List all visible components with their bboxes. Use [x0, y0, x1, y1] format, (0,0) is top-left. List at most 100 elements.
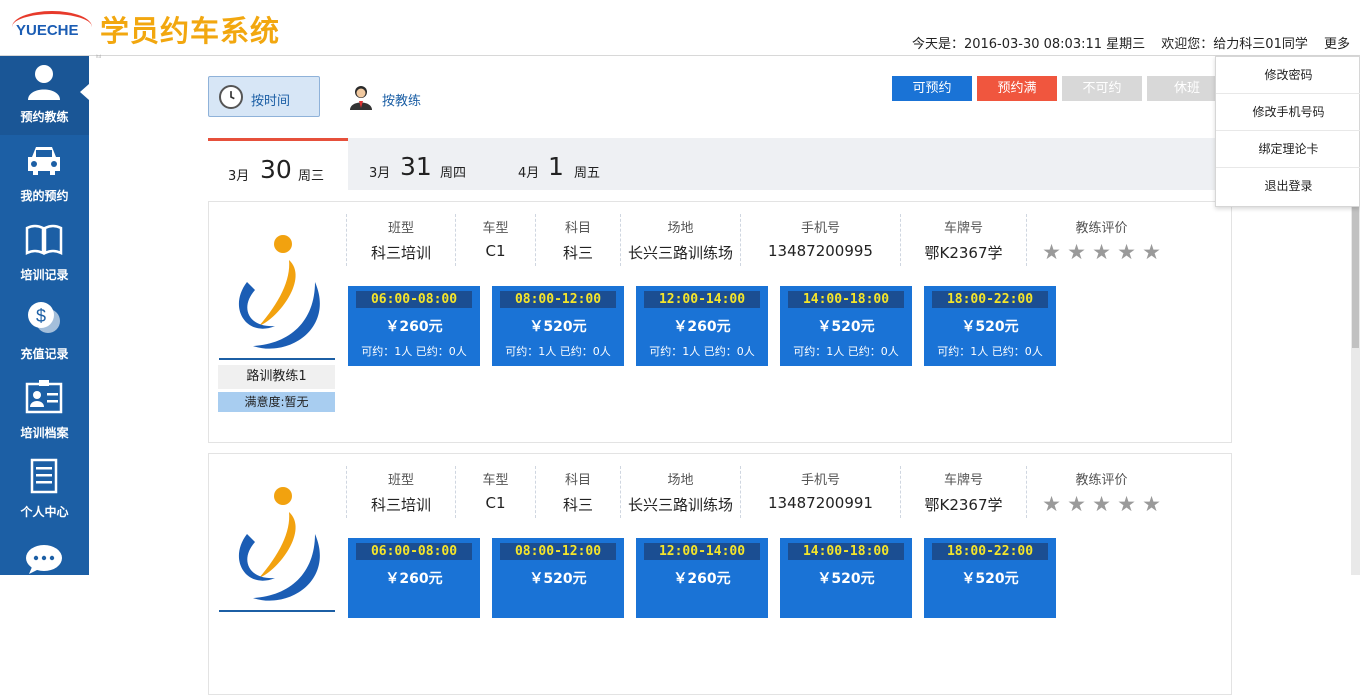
filter-by-coach-button[interactable]: 按教练	[344, 76, 444, 117]
time-slot[interactable]: 14:00-18:00 ￥520元	[780, 538, 912, 618]
star-icon: ★	[1092, 240, 1111, 264]
class-value: 科三培训	[370, 496, 431, 514]
legend-available: 可预约	[892, 76, 972, 101]
slot-time: 06:00-08:00	[356, 291, 472, 308]
info-subject: 科目 科三	[535, 214, 620, 266]
sidebar-item-messages[interactable]	[0, 530, 89, 609]
site-value: 长兴三路训练场	[627, 496, 733, 514]
slot-time: 14:00-18:00	[788, 543, 904, 560]
date-tab-2[interactable]: 4月 1 周五	[496, 138, 626, 190]
col-header: 手机号	[800, 221, 840, 236]
star-icon: ★	[1042, 240, 1061, 264]
menu-item-change-password[interactable]: 修改密码	[1216, 57, 1360, 94]
date-tab-1[interactable]: 3月 31 周四	[348, 138, 493, 190]
time-slot[interactable]: 08:00-12:00 ￥520元 可约：1人 已约：0人	[492, 286, 624, 366]
col-header: 场地	[667, 473, 694, 488]
time-slot[interactable]: 18:00-22:00 ￥520元 可约：1人 已约：0人	[924, 286, 1056, 366]
coach-avatar[interactable]	[219, 218, 335, 360]
slot-price: ￥260元	[385, 571, 443, 587]
coach-logo-image	[238, 235, 320, 349]
current-time: 今天是：2016-03-30 08:03:11 星期三	[911, 37, 1146, 52]
menu-item-change-phone[interactable]: 修改手机号码	[1216, 94, 1360, 131]
time-slot[interactable]: 18:00-22:00 ￥520元	[924, 538, 1056, 618]
col-header: 教练评价	[1075, 473, 1128, 488]
sidebar-item-training-archive[interactable]: 培训档案	[0, 372, 89, 451]
slot-price: ￥260元	[673, 319, 731, 335]
id-card-icon	[25, 380, 63, 414]
sidebar-item-my-bookings[interactable]: 我的预约	[0, 135, 89, 214]
sidebar-label: 培训记录	[20, 268, 69, 282]
date-tab-0[interactable]: 3月 30 周三	[208, 138, 348, 190]
info-class: 班型 科三培训	[346, 466, 455, 518]
date-day: 30	[260, 155, 292, 184]
time-slot[interactable]: 12:00-14:00 ￥260元 可约：1人 已约：0人	[636, 286, 768, 366]
book-icon	[25, 224, 63, 256]
class-value: 科三培训	[370, 244, 431, 262]
coach-avatar[interactable]	[219, 470, 335, 612]
clock-icon	[219, 85, 243, 109]
col-header: 车牌号	[943, 473, 983, 488]
logo-text: YUECHE	[16, 22, 79, 39]
star-icon: ★	[1042, 492, 1061, 516]
coach-card: 路训教练1 满意度:暂无 班型 科三培训 车型 C1 科目 科三 场地 长兴三路训练场 …	[208, 201, 1232, 443]
chat-bubble-icon	[26, 545, 62, 574]
star-icon: ★	[1142, 492, 1161, 516]
more-menu-button[interactable]: 更多	[1324, 37, 1350, 52]
info-subject: 科目 科三	[535, 466, 620, 518]
sidebar-item-book-coach[interactable]: 预约教练	[0, 56, 89, 135]
slot-price: ￥260元	[673, 571, 731, 587]
time-slot[interactable]: 06:00-08:00 ￥260元	[348, 538, 480, 618]
slot-price: ￥520元	[529, 319, 587, 335]
menu-item-logout[interactable]: 退出登录	[1216, 168, 1360, 205]
menu-item-bind-theory-card[interactable]: 绑定理论卡	[1216, 131, 1360, 168]
page-scrollbar[interactable]	[1351, 206, 1360, 575]
star-icon: ★	[1067, 492, 1086, 516]
time-slot[interactable]: 06:00-08:00 ￥260元 可约：1人 已约：0人	[348, 286, 480, 366]
legend-full: 预约满	[977, 76, 1057, 101]
filter-by-time-button[interactable]: 按时间	[208, 76, 320, 117]
col-header: 教练评价	[1075, 221, 1128, 236]
scrollbar-thumb[interactable]	[1352, 206, 1359, 348]
slot-time: 08:00-12:00	[500, 291, 616, 308]
slot-time: 18:00-22:00	[932, 291, 1048, 308]
date-weekday: 周四	[440, 166, 467, 181]
time-slot[interactable]: 14:00-18:00 ￥520元 可约：1人 已约：0人	[780, 286, 912, 366]
col-header: 场地	[667, 221, 694, 236]
time-slot[interactable]: 08:00-12:00 ￥520元	[492, 538, 624, 618]
slot-time: 12:00-14:00	[644, 291, 760, 308]
filter-by-time-label: 按时间	[251, 94, 291, 109]
coach-name: 路训教练1	[218, 365, 335, 389]
date-weekday: 周五	[574, 166, 601, 181]
star-icon: ★	[1067, 240, 1086, 264]
star-icon: ★	[1117, 492, 1136, 516]
slot-price: ￥520元	[817, 571, 875, 587]
col-header: 车型	[482, 221, 509, 236]
col-header: 手机号	[800, 473, 840, 488]
plate-value: 鄂K2367学	[924, 496, 1003, 514]
phone-value: 13487200991	[768, 494, 873, 512]
info-plate: 车牌号鄂K2367学	[900, 466, 1026, 518]
sidebar-item-personal-center[interactable]: 个人中心	[0, 451, 89, 530]
col-header: 车牌号	[943, 221, 983, 236]
slot-count: 可约：1人 已约：0人	[361, 345, 467, 358]
sidebar-item-training-records[interactable]: 培训记录	[0, 214, 89, 293]
sidebar-label: 我的预约	[20, 189, 69, 203]
satisfaction-badge: 满意度:暂无	[218, 392, 335, 412]
slot-time: 08:00-12:00	[500, 543, 616, 560]
slot-count: 可约：1人 已约：0人	[937, 345, 1043, 358]
document-icon	[30, 458, 58, 494]
subject-value: 科三	[562, 496, 593, 514]
sidebar-label: 培训档案	[20, 426, 69, 440]
legend-unavailable: 不可约	[1062, 76, 1142, 101]
time-slot[interactable]: 12:00-14:00 ￥260元	[636, 538, 768, 618]
sidebar-item-recharge-records[interactable]: $ 充值记录	[0, 293, 89, 372]
info-car: 车型 C1	[455, 214, 535, 266]
sidebar: 预约教练 我的预约 培训记录 $ 充值记录 培训档案 个人中心	[0, 56, 89, 575]
col-header: 班型	[387, 473, 414, 488]
sidebar-label: 预约教练	[20, 110, 69, 124]
slot-time: 18:00-22:00	[932, 543, 1048, 560]
yueche-logo[interactable]: YUECHE ltd	[12, 9, 101, 59]
coach-avatar-icon	[350, 86, 372, 110]
date-month: 4月	[518, 166, 540, 181]
sidebar-label: 个人中心	[20, 505, 69, 519]
